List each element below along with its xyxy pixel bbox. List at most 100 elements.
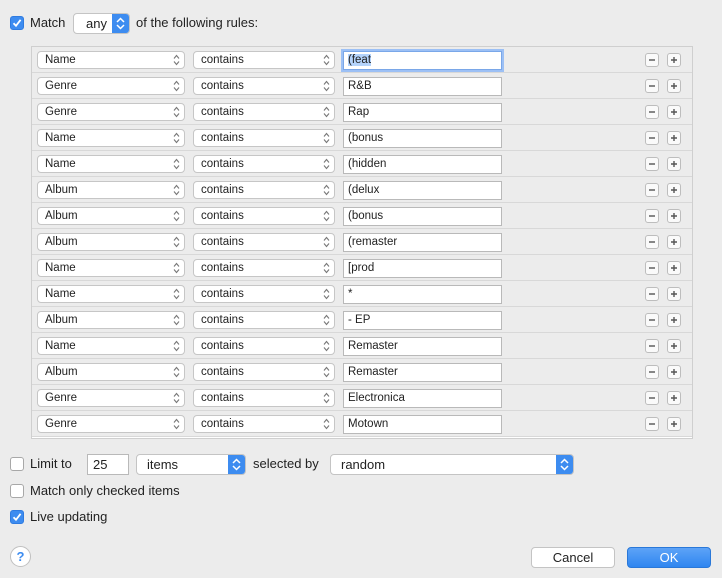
help-button[interactable]: ?	[10, 546, 31, 567]
add-rule-button[interactable]	[667, 235, 681, 249]
rule-field-select[interactable]: Album	[37, 363, 185, 381]
add-rule-button[interactable]	[667, 261, 681, 275]
remove-rule-button[interactable]	[645, 53, 659, 67]
remove-rule-button[interactable]	[645, 209, 659, 223]
remove-rule-button[interactable]	[645, 105, 659, 119]
rule-value-text: - EP	[348, 314, 371, 326]
remove-rule-button[interactable]	[645, 235, 659, 249]
rule-value-input[interactable]: Motown	[343, 415, 502, 434]
rule-row: Genre contains Motown	[32, 411, 692, 437]
add-rule-button[interactable]	[667, 313, 681, 327]
rule-value-input[interactable]: (feat	[343, 51, 502, 70]
rule-value-input[interactable]: Remaster	[343, 363, 502, 382]
add-rule-button[interactable]	[667, 417, 681, 431]
rule-field-select[interactable]: Album	[37, 181, 185, 199]
rule-operator-select[interactable]: contains	[193, 337, 335, 355]
remove-rule-button[interactable]	[645, 313, 659, 327]
rule-value-input[interactable]: (remaster	[343, 233, 502, 252]
remove-rule-button[interactable]	[645, 339, 659, 353]
rule-field-select[interactable]: Genre	[37, 389, 185, 407]
rule-value-input[interactable]: Rap	[343, 103, 502, 122]
rule-row: Album contains Remaster	[32, 359, 692, 385]
remove-rule-button[interactable]	[645, 261, 659, 275]
rule-operator-value: contains	[201, 106, 244, 118]
rule-operator-select[interactable]: contains	[193, 285, 335, 303]
rule-field-select[interactable]: Name	[37, 129, 185, 147]
remove-rule-button[interactable]	[645, 157, 659, 171]
rule-field-select[interactable]: Genre	[37, 77, 185, 95]
rule-value-input[interactable]: [prod	[343, 259, 502, 278]
rule-operator-select[interactable]: contains	[193, 233, 335, 251]
rule-operator-select[interactable]: contains	[193, 415, 335, 433]
limit-checkbox[interactable]	[10, 457, 24, 471]
rule-operator-select[interactable]: contains	[193, 181, 335, 199]
rule-value-input[interactable]: R&B	[343, 77, 502, 96]
match-checked-only-checkbox[interactable]	[10, 484, 24, 498]
rule-field-select[interactable]: Album	[37, 207, 185, 225]
rule-operator-select[interactable]: contains	[193, 155, 335, 173]
rule-operator-select[interactable]: contains	[193, 103, 335, 121]
add-rule-button[interactable]	[667, 339, 681, 353]
rule-operator-select[interactable]: contains	[193, 389, 335, 407]
rule-row: Album contains (bonus	[32, 203, 692, 229]
add-rule-button[interactable]	[667, 131, 681, 145]
rule-value-text: (bonus	[348, 132, 384, 144]
rule-row: Genre contains Electronica	[32, 385, 692, 411]
rule-field-select[interactable]: Name	[37, 285, 185, 303]
rule-operator-select[interactable]: contains	[193, 311, 335, 329]
remove-rule-button[interactable]	[645, 417, 659, 431]
limit-value-input[interactable]: 25	[87, 454, 129, 475]
match-checkbox[interactable]	[10, 16, 24, 30]
rule-operator-value: contains	[201, 262, 244, 274]
rule-field-select[interactable]: Album	[37, 311, 185, 329]
add-rule-button[interactable]	[667, 183, 681, 197]
cancel-button[interactable]: Cancel	[531, 547, 615, 568]
add-rule-button[interactable]	[667, 105, 681, 119]
rule-value-input[interactable]: Electronica	[343, 389, 502, 408]
rule-value-input[interactable]: - EP	[343, 311, 502, 330]
rule-field-select[interactable]: Name	[37, 337, 185, 355]
add-rule-button[interactable]	[667, 365, 681, 379]
add-rule-button[interactable]	[667, 287, 681, 301]
rule-value-input[interactable]: (bonus	[343, 129, 502, 148]
live-updating-checkbox[interactable]	[10, 510, 24, 524]
remove-rule-button[interactable]	[645, 287, 659, 301]
rule-value-input[interactable]: (hidden	[343, 155, 502, 174]
selected-by-select[interactable]: random	[330, 454, 574, 475]
add-rule-button[interactable]	[667, 391, 681, 405]
rule-value-input[interactable]: Remaster	[343, 337, 502, 356]
ok-button[interactable]: OK	[627, 547, 711, 568]
remove-rule-button[interactable]	[645, 365, 659, 379]
remove-rule-button[interactable]	[645, 79, 659, 93]
rule-value-text: Electronica	[348, 392, 405, 404]
plus-icon	[668, 210, 680, 225]
rule-field-select[interactable]: Genre	[37, 103, 185, 121]
rule-operator-select[interactable]: contains	[193, 77, 335, 95]
rule-operator-select[interactable]: contains	[193, 129, 335, 147]
selected-by-label: selected by	[253, 456, 319, 471]
rule-field-select[interactable]: Name	[37, 155, 185, 173]
limit-unit-select[interactable]: items	[136, 454, 246, 475]
rule-field-select[interactable]: Name	[37, 51, 185, 69]
add-rule-button[interactable]	[667, 53, 681, 67]
rule-field-select[interactable]: Name	[37, 259, 185, 277]
selected-by-value: random	[341, 457, 386, 472]
rule-value-input[interactable]: (bonus	[343, 207, 502, 226]
rule-operator-select[interactable]: contains	[193, 51, 335, 69]
rule-operator-select[interactable]: contains	[193, 363, 335, 381]
remove-rule-button[interactable]	[645, 131, 659, 145]
chevron-updown-icon	[173, 314, 180, 331]
rule-field-select[interactable]: Genre	[37, 415, 185, 433]
remove-rule-button[interactable]	[645, 391, 659, 405]
minus-icon	[646, 236, 658, 251]
rule-value-input[interactable]: *	[343, 285, 502, 304]
add-rule-button[interactable]	[667, 209, 681, 223]
rule-operator-select[interactable]: contains	[193, 207, 335, 225]
add-rule-button[interactable]	[667, 79, 681, 93]
rule-value-input[interactable]: (delux	[343, 181, 502, 200]
match-mode-select[interactable]: any	[73, 13, 130, 34]
remove-rule-button[interactable]	[645, 183, 659, 197]
rule-field-select[interactable]: Album	[37, 233, 185, 251]
rule-operator-select[interactable]: contains	[193, 259, 335, 277]
add-rule-button[interactable]	[667, 157, 681, 171]
